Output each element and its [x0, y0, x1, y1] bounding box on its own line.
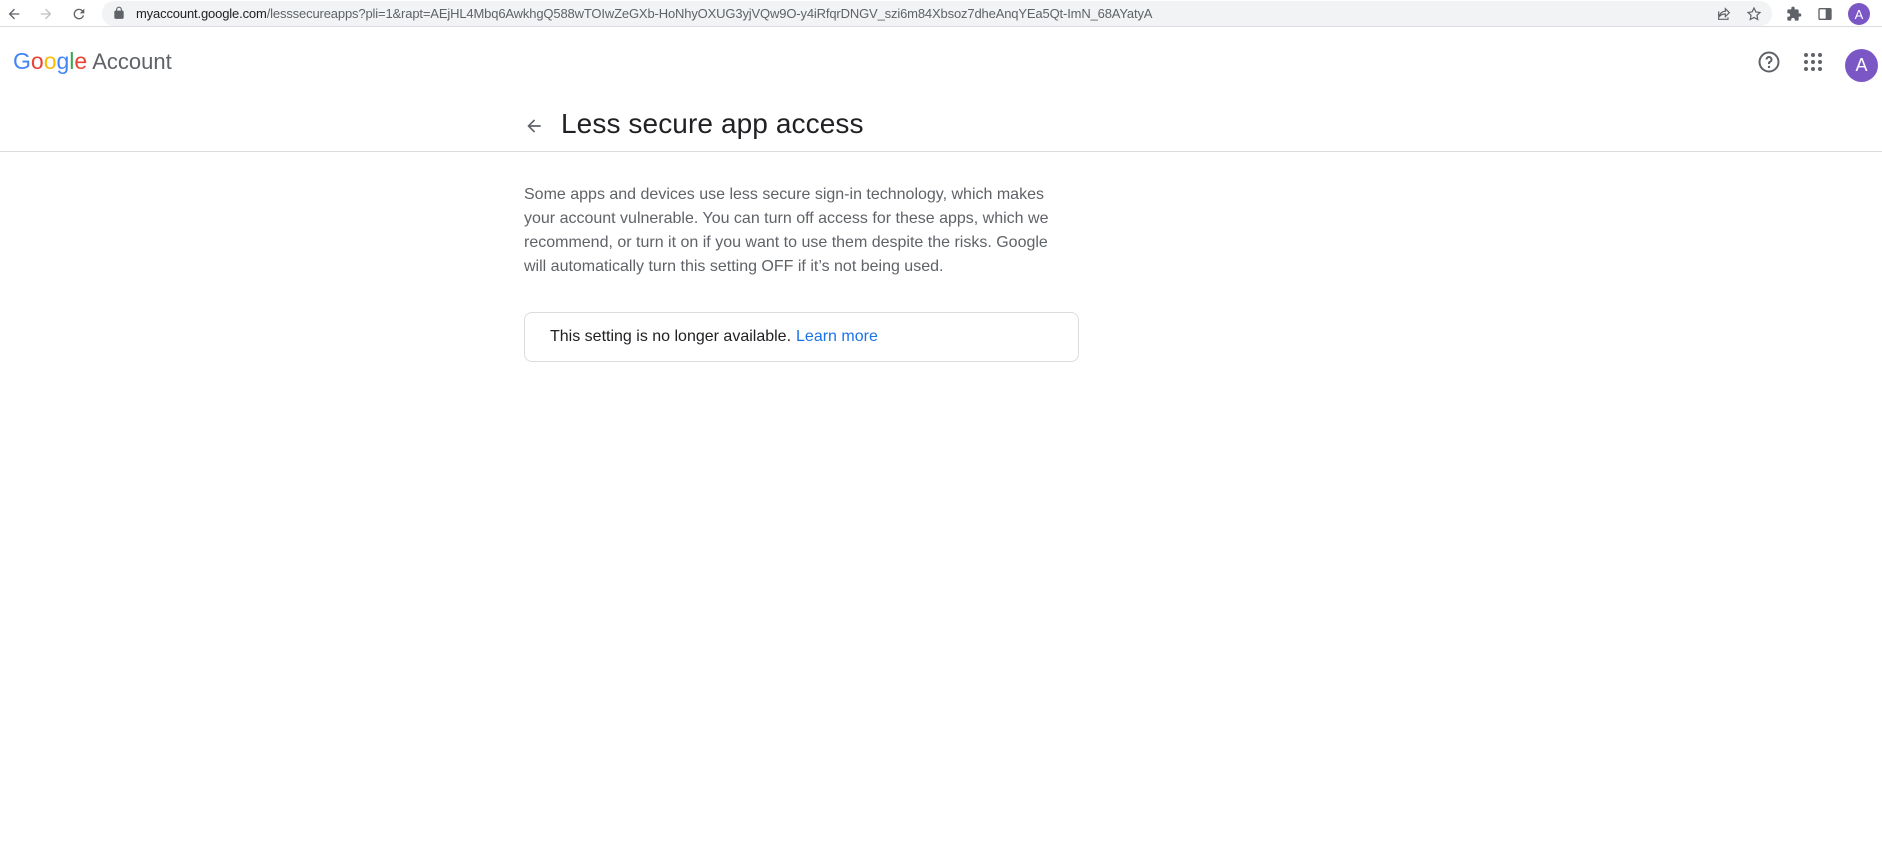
logo-letter: g — [56, 48, 70, 74]
extensions-button[interactable] — [1784, 4, 1804, 24]
logo-letter: e — [74, 48, 88, 74]
share-icon — [1718, 7, 1731, 20]
url-path: /lesssecureapps?pli=1&rapt=AEjHL4Mbq6Awk… — [266, 6, 1153, 21]
url-text: myaccount.google.com/lesssecureapps?pli=… — [136, 6, 1152, 21]
help-circle-icon — [1758, 51, 1780, 73]
arrow-left-icon — [8, 8, 20, 20]
logo-letter: o — [30, 48, 44, 74]
side-panel-icon — [1818, 8, 1832, 20]
url-host: myaccount.google.com — [136, 6, 267, 21]
logo-letter: o — [43, 48, 57, 74]
reload-icon — [73, 8, 85, 20]
account-wordmark: Account — [92, 49, 172, 74]
browser-back-button[interactable] — [3, 3, 25, 25]
bookmark-button[interactable] — [1745, 5, 1763, 23]
back-button[interactable] — [520, 112, 548, 140]
page-description: Some apps and devices use less secure si… — [524, 186, 1049, 275]
browser-profile-avatar[interactable]: A — [1848, 3, 1870, 25]
logo-letter: G — [13, 48, 31, 74]
lock-icon — [114, 6, 124, 19]
google-wordmark: Google — [13, 50, 87, 73]
star-icon — [1746, 6, 1762, 21]
browser-forward-button[interactable] — [35, 3, 57, 25]
address-bar[interactable]: myaccount.google.com/lesssecureapps?pli=… — [102, 1, 1772, 26]
account-avatar[interactable]: A — [1845, 49, 1878, 82]
browser-toolbar: myaccount.google.com/lesssecureapps?pli=… — [0, 0, 1882, 27]
side-panel-button[interactable] — [1815, 4, 1835, 24]
browser-reload-button[interactable] — [68, 3, 90, 25]
setting-unavailable-card: This setting is no longer available. Lea… — [524, 312, 1079, 362]
page-title-bar: Less secure app access — [0, 100, 1882, 152]
page-title: Less secure app access — [561, 108, 864, 139]
share-button[interactable] — [1715, 5, 1733, 23]
arrow-right-icon — [40, 8, 52, 20]
puzzle-icon — [1787, 6, 1802, 21]
arrow-left-icon — [527, 119, 541, 133]
notice-text: This setting is no longer available. — [550, 328, 792, 345]
account-header: Google Account — [0, 28, 1882, 100]
learn-more-link[interactable]: Learn more — [796, 328, 878, 346]
google-account-logo[interactable]: Google Account — [13, 50, 172, 73]
apps-grid-icon — [1804, 53, 1822, 71]
google-apps-button[interactable] — [1801, 50, 1825, 74]
help-button[interactable] — [1757, 50, 1781, 74]
